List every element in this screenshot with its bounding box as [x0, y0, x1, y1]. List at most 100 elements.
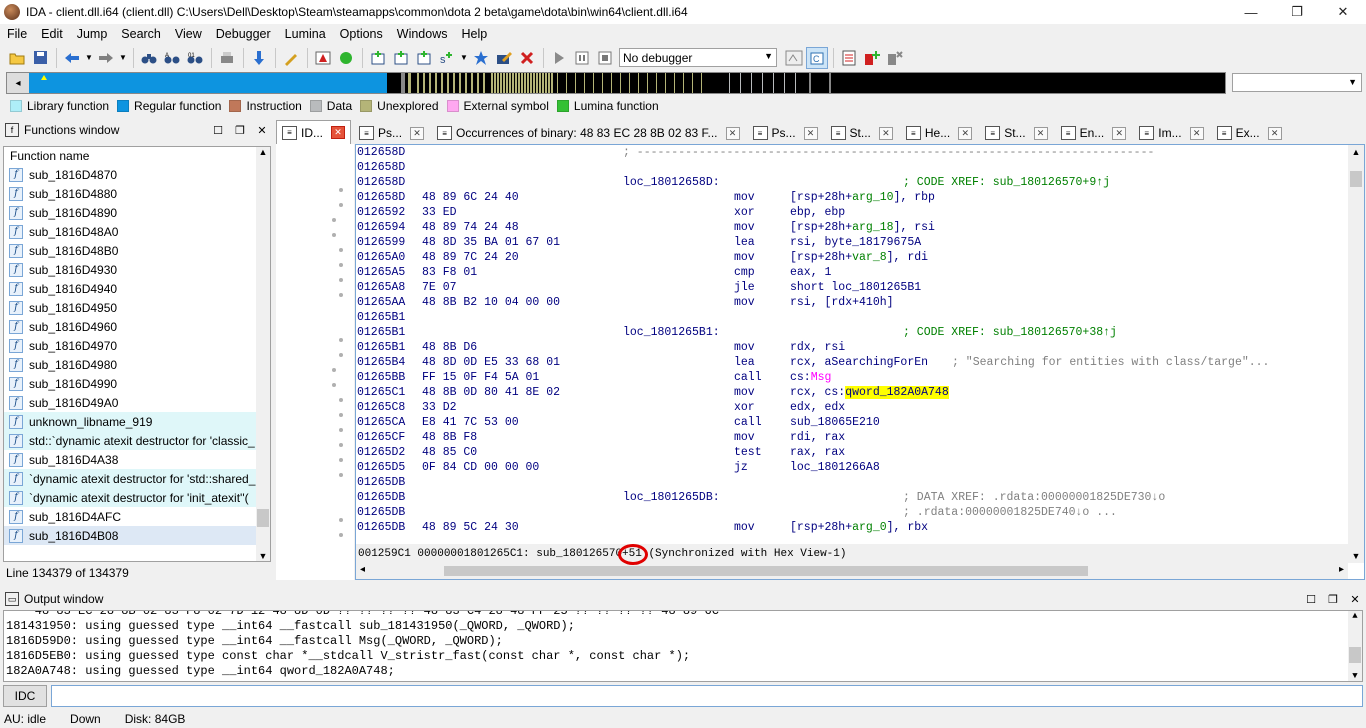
dropdown-arrow-icon[interactable]: ▼	[118, 47, 128, 69]
add-struct-icon[interactable]	[390, 47, 412, 69]
disasm-line[interactable]: 01265AA 48 8B B2 10 04 00 00 mov rsi, [rdx+…	[356, 295, 1346, 310]
disasm-line[interactable]: 012658D	[356, 160, 1346, 175]
disassembly-hscrollbar[interactable]: ◂ ▸	[356, 563, 1348, 579]
dropdown-arrow-icon[interactable]: ▼	[84, 47, 94, 69]
tab-close-icon[interactable]: ✕	[878, 126, 893, 140]
tab-close-icon[interactable]: ✕	[725, 126, 740, 140]
functions-column-header[interactable]: Function name	[4, 147, 270, 165]
tab-close-icon[interactable]: ✕	[410, 126, 425, 140]
print-icon[interactable]	[216, 47, 238, 69]
function-list-item[interactable]: f sub_1816D4880	[4, 184, 256, 203]
tab-exports[interactable]: ≡ Ex... ✕	[1212, 122, 1287, 144]
plugin-remove-icon[interactable]	[884, 47, 906, 69]
menu-jump[interactable]: Jump	[70, 27, 115, 41]
disasm-line[interactable]: 01265CF 48 8B F8 mov rdi, rax	[356, 430, 1346, 445]
delete-icon[interactable]	[516, 47, 538, 69]
function-list-item[interactable]: f sub_1816D49A0	[4, 393, 256, 412]
function-list-item[interactable]: f sub_1816D48A0	[4, 222, 256, 241]
function-list-item[interactable]: f sub_1816D4890	[4, 203, 256, 222]
functions-list[interactable]: Function name f sub_1816D4870 f sub_1816D48…	[3, 146, 271, 562]
tab-structures[interactable]: ≡ St... ✕	[826, 122, 898, 144]
disasm-line[interactable]: 01265B1	[356, 310, 1346, 325]
navigation-band-left-scroll[interactable]: ◂	[7, 73, 29, 93]
tab-pseudocode[interactable]: ≡ Ps... ✕	[354, 122, 429, 144]
stop-icon[interactable]	[594, 47, 616, 69]
chevron-up-icon[interactable]: ▲	[256, 147, 270, 157]
imported-symbol[interactable]: Msg	[811, 371, 832, 384]
functions-scrollbar[interactable]: ▲ ▼	[256, 147, 270, 561]
disasm-line[interactable]: 01265DB ; .rdata:00000001825DE740↓o ...	[356, 505, 1346, 520]
disassembly-listing[interactable]: 012658D ; -------------------------------…	[356, 145, 1346, 543]
open-folder-icon[interactable]	[6, 47, 28, 69]
panel-close-icon[interactable]: ✕	[251, 124, 273, 137]
menu-view[interactable]: View	[168, 27, 209, 41]
chevron-down-icon[interactable]: ▼	[1348, 671, 1362, 681]
stack-variable[interactable]: arg_18	[852, 221, 893, 234]
tab-close-icon[interactable]: ✕	[1189, 126, 1204, 140]
tab-ida-view[interactable]: ≡ ID... ✕	[276, 120, 352, 144]
tab-strings[interactable]: ≡ St... ✕	[980, 122, 1052, 144]
function-list-item[interactable]: f sub_1816D4980	[4, 355, 256, 374]
tab-close-icon[interactable]: ✕	[1033, 126, 1048, 140]
scrollbar-thumb[interactable]	[1350, 171, 1362, 187]
chevron-right-icon[interactable]: ▸	[1339, 564, 1344, 575]
chevron-up-icon[interactable]: ▲	[1348, 147, 1364, 157]
disasm-line[interactable]: 01265D2 48 85 C0 test rax, rax	[356, 445, 1346, 460]
plugin-add-icon[interactable]	[861, 47, 883, 69]
function-list-item[interactable]: f sub_1816D4960	[4, 317, 256, 336]
tab-pseudocode[interactable]: ≡ Ps... ✕	[748, 122, 823, 144]
output-scrollbar[interactable]: ▲ ▼	[1348, 611, 1362, 681]
disasm-line[interactable]: 01265B1 48 8B D6 mov rdx, rsi	[356, 340, 1346, 355]
disasm-line[interactable]: 01265BB FF 15 0F F4 5A 01 call cs:Msg	[356, 370, 1346, 385]
function-list-item[interactable]: f `dynamic atexit destructor for 'init_at…	[4, 488, 256, 507]
scrollbar-thumb[interactable]	[1349, 647, 1361, 663]
sync-icon[interactable]: C	[806, 46, 828, 69]
disasm-line[interactable]: 01265A5 83 F8 01 cmp eax, 1	[356, 265, 1346, 280]
stack-variable[interactable]: arg_0	[852, 521, 887, 534]
tab-imports[interactable]: ≡ Im... ✕	[1134, 122, 1208, 144]
disasm-line[interactable]: 01265C1 48 8B 0D 80 41 8E 02 mov rcx, cs:qw…	[356, 385, 1346, 400]
chevron-left-icon[interactable]: ◂	[360, 564, 365, 575]
tab-search-results[interactable]: ≡ Occurrences of binary: 48 83 EC 28 8B 0…	[432, 122, 744, 144]
star-icon[interactable]	[470, 47, 492, 69]
disasm-line[interactable]: 012658D loc_18012658D: ; CODE XREF: sub_18…	[356, 175, 1346, 190]
minimize-button[interactable]: —	[1228, 0, 1274, 24]
scrollbar-thumb[interactable]	[257, 509, 269, 527]
menu-help[interactable]: Help	[454, 27, 494, 41]
panel-float-icon[interactable]: ❐	[1322, 593, 1344, 606]
navigation-band[interactable]: ◂	[6, 72, 1226, 94]
function-list-item[interactable]: f sub_1816D4950	[4, 298, 256, 317]
function-list-item[interactable]: f sub_1816D4940	[4, 279, 256, 298]
add-func-icon[interactable]: s	[436, 47, 458, 69]
disasm-line[interactable]: 0126599 48 8D 35 BA 01 67 01 lea rsi, byte_…	[356, 235, 1346, 250]
menu-lumina[interactable]: Lumina	[278, 27, 333, 41]
attach-icon[interactable]	[783, 47, 805, 69]
panel-maximize-icon[interactable]: ☐	[1300, 593, 1322, 606]
back-arrow-icon[interactable]	[61, 47, 83, 69]
stack-variable[interactable]: var_8	[852, 251, 887, 264]
menu-windows[interactable]: Windows	[390, 27, 455, 41]
navigation-band-strip[interactable]	[29, 73, 1225, 93]
function-list-item[interactable]: f std::`dynamic atexit destructor for 'cl…	[4, 431, 256, 450]
navigation-dropdown[interactable]: ▼	[1232, 73, 1362, 92]
menu-file[interactable]: File	[0, 27, 34, 41]
disasm-line[interactable]: 01265B1 loc_1801265B1: ; CODE XREF: sub_18…	[356, 325, 1346, 340]
tab-hex-view[interactable]: ≡ He... ✕	[901, 122, 977, 144]
tab-close-icon[interactable]: ✕	[958, 126, 973, 140]
function-list-item[interactable]: f sub_1816D4AFC	[4, 507, 256, 526]
stack-variable[interactable]: arg_10	[852, 191, 893, 204]
disasm-line[interactable]: 01265C8 33 D2 xor edx, edx	[356, 400, 1346, 415]
disasm-line[interactable]: 01265DB loc_1801265DB: ; DATA XREF: .rdata…	[356, 490, 1346, 505]
disasm-line[interactable]: 01265DB	[356, 475, 1346, 490]
idc-command-input[interactable]	[51, 685, 1363, 707]
tab-close-icon[interactable]: ✕	[331, 126, 346, 139]
function-list-item[interactable]: f sub_1816D4A38	[4, 450, 256, 469]
tab-close-icon[interactable]: ✕	[1112, 126, 1127, 140]
panel-close-icon[interactable]: ✕	[1344, 593, 1366, 606]
add-segment-icon[interactable]	[367, 47, 389, 69]
tab-enums[interactable]: ≡ En... ✕	[1056, 122, 1132, 144]
function-list-item[interactable]: f sub_1816D4B08	[4, 526, 256, 545]
disasm-line[interactable]: 01265A0 48 89 7C 24 20 mov [rsp+28h+var_8],…	[356, 250, 1346, 265]
function-list-item[interactable]: f sub_1816D4870	[4, 165, 256, 184]
disasm-line[interactable]: 012658D 48 89 6C 24 40 mov [rsp+28h+arg_10]…	[356, 190, 1346, 205]
